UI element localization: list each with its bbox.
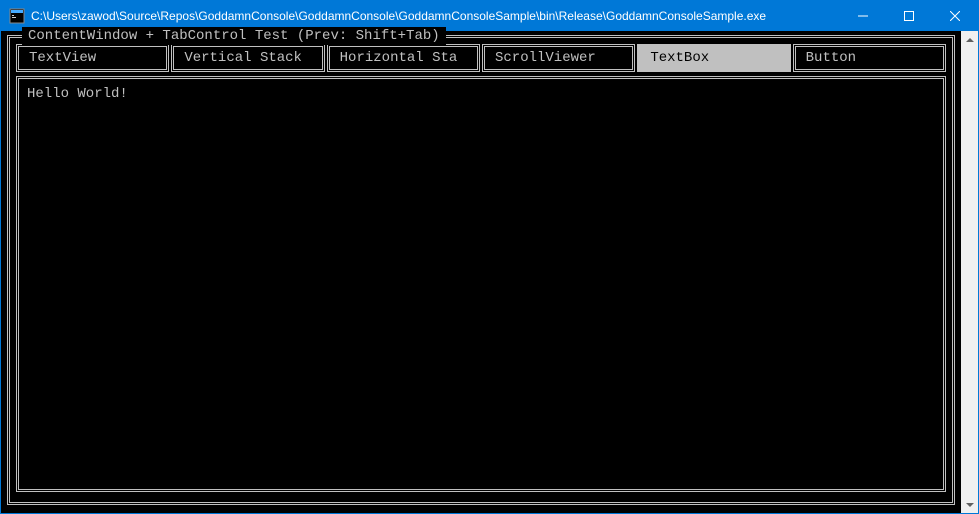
scrollbar-down-arrow-icon[interactable] [961,496,978,513]
app-icon [9,8,25,24]
textbox-content-area[interactable]: Hello World! [16,76,946,492]
tab-label: Vertical Stack [184,49,302,67]
tab-label: TextBox [650,49,709,67]
console-surface: ContentWindow + TabControl Test (Prev: S… [1,31,961,513]
scrollbar-track[interactable] [961,48,978,496]
content-window-groupbox: ContentWindow + TabControl Test (Prev: S… [7,35,955,505]
window-title: C:\Users\zawod\Source\Repos\GoddamnConso… [31,9,840,23]
tab-control: TextView Vertical Stack Horizontal Sta S… [16,44,946,72]
groupbox-title: ContentWindow + TabControl Test (Prev: S… [22,27,446,45]
close-button[interactable] [932,1,978,31]
tab-label: Horizontal Sta [340,49,458,67]
window-controls [840,1,978,31]
app-window: C:\Users\zawod\Source\Repos\GoddamnConso… [0,0,979,514]
client-area: ContentWindow + TabControl Test (Prev: S… [1,31,978,513]
tab-scrollviewer[interactable]: ScrollViewer [482,44,635,72]
textbox-value: Hello World! [27,86,128,102]
tab-button[interactable]: Button [793,44,946,72]
maximize-button[interactable] [886,1,932,31]
tab-horizontal-stack[interactable]: Horizontal Sta [327,44,480,72]
scrollbar-up-arrow-icon[interactable] [961,31,978,48]
vertical-scrollbar[interactable] [961,31,978,513]
tab-vertical-stack[interactable]: Vertical Stack [171,44,324,72]
tab-textview[interactable]: TextView [16,44,169,72]
tab-label: Button [806,49,856,67]
tab-label: ScrollViewer [495,49,596,67]
tab-label: TextView [29,49,96,67]
tab-textbox[interactable]: TextBox [637,44,790,72]
minimize-button[interactable] [840,1,886,31]
